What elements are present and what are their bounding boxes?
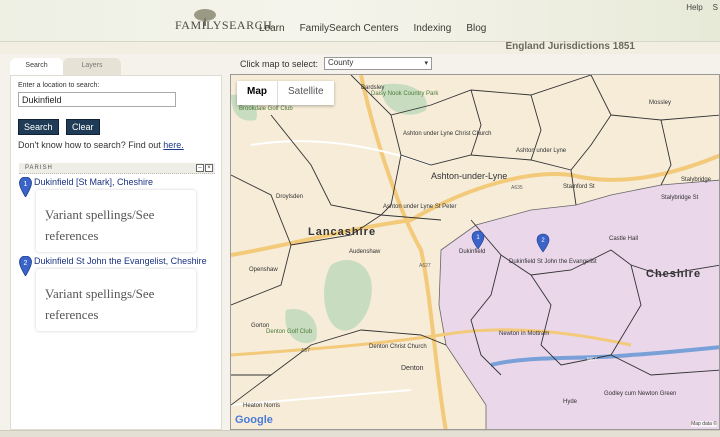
help-link[interactable]: Help [686, 3, 702, 12]
place-label: Newton in Mottram [499, 331, 549, 337]
search-button[interactable]: Search [18, 119, 59, 135]
parish-section-header: PARISH – × [19, 163, 215, 174]
road-label: A57 [301, 348, 310, 354]
place-label: Stalybridge [681, 177, 712, 183]
familysearch-logo[interactable]: FAMILYSEARCH [175, 18, 272, 33]
place-label: Brookdale Golf Club [239, 106, 293, 112]
variant-spellings-text: Variant spellings/See references [45, 286, 155, 322]
place-label: Stamford St [563, 184, 595, 190]
site-header: FAMILYSEARCH Learn FamilySearch Centers … [0, 0, 720, 42]
search-panel: Search Layers Enter a location to search… [10, 58, 222, 430]
select-label: Click map to select: [240, 59, 319, 69]
nav-familysearch-centers[interactable]: FamilySearch Centers [300, 23, 399, 34]
place-label: Castle Hall [609, 236, 638, 242]
place-label: Godley cum Newton Green [604, 391, 676, 397]
map-button[interactable]: Map [237, 81, 277, 105]
result-title[interactable]: Dukinfield St John the Evangelist, Chesh… [34, 256, 207, 266]
clear-button[interactable]: Clear [66, 119, 100, 135]
map-canvas[interactable]: Lancashire Cheshire Bardsley Daisy Nook … [230, 74, 720, 430]
place-label: Openshaw [249, 267, 278, 273]
search-panel-body: Enter a location to search: Search Clear… [10, 75, 222, 430]
place-label: Audenshaw [349, 249, 381, 255]
close-icon[interactable]: × [205, 164, 213, 172]
variant-spellings-box[interactable]: ▸ Variant spellings/See references [36, 269, 196, 331]
page-title: England Jurisdictions 1851 [505, 41, 635, 52]
bottom-bar [0, 430, 720, 437]
map-pin-icon: 2 [19, 256, 32, 276]
place-label: Hyde [563, 399, 578, 405]
chevron-down-icon: ▾ [424, 60, 428, 67]
help-text-label: Don't know how to search? Find out [18, 140, 164, 150]
tab-layers[interactable]: Layers [63, 58, 121, 75]
map-pin-icon: 1 [19, 177, 32, 197]
place-label: Mossley [649, 100, 671, 106]
svg-text:2: 2 [24, 260, 28, 267]
place-label: Denton Christ Church [369, 344, 427, 350]
map-type-control: Map Satellite [237, 81, 334, 105]
select-value: County [328, 58, 354, 67]
minimize-icon[interactable]: – [196, 164, 204, 172]
place-label: Ashton under Lyne [516, 148, 567, 154]
jurisdiction-select[interactable]: County ▾ [324, 57, 432, 70]
section-controls: – × [196, 164, 213, 172]
place-label: Dukinfield St John the Evangelist [509, 259, 597, 265]
nav-blog[interactable]: Blog [466, 23, 486, 34]
result-title[interactable]: Dukinfield [St Mark], Cheshire [34, 177, 153, 187]
place-label: Droylsden [276, 194, 303, 200]
nav-indexing[interactable]: Indexing [414, 23, 452, 34]
nav-learn[interactable]: Learn [259, 23, 285, 34]
road-label: A635 [511, 185, 523, 191]
search-input[interactable] [18, 92, 176, 107]
place-label: Stalybridge St [661, 195, 699, 201]
main-nav: Learn FamilySearch Centers Indexing Blog [259, 23, 486, 34]
top-links: Help S [686, 3, 718, 12]
google-logo[interactable]: Google [235, 414, 273, 426]
place-label: Ashton under Lyne St Peter [383, 204, 457, 210]
map-graphic[interactable]: Lancashire Cheshire Bardsley Daisy Nook … [231, 75, 720, 430]
place-label: Ashton under Lyne Christ Church [403, 131, 492, 137]
road-label: M67 [587, 357, 597, 363]
svg-text:1: 1 [24, 181, 28, 188]
help-here-link[interactable]: here. [163, 140, 184, 150]
map-data-attribution[interactable]: Map data © [691, 421, 717, 427]
search-label: Enter a location to search: [18, 82, 100, 89]
help-text: Don't know how to search? Find out here. [18, 140, 184, 150]
variant-spellings-text: Variant spellings/See references [45, 207, 155, 243]
map-toolbar: Click map to select: County ▾ [230, 56, 720, 74]
place-label: Denton [401, 365, 424, 372]
place-label: Dukinfield [459, 249, 485, 255]
signin-link[interactable]: S [713, 3, 718, 12]
place-label: Denton Golf Club [266, 329, 313, 335]
satellite-button[interactable]: Satellite [277, 81, 334, 105]
variant-spellings-box[interactable]: ▸ Variant spellings/See references [36, 190, 196, 252]
parish-section-title: PARISH [25, 165, 53, 171]
place-label: Heaton Norris [243, 403, 280, 409]
place-label: Daisy Nook Country Park [371, 91, 439, 97]
panel-tabs: Search Layers [10, 58, 121, 75]
tab-search[interactable]: Search [10, 58, 63, 75]
place-label: Ashton-under-Lyne [431, 171, 507, 181]
county-label-cheshire: Cheshire [646, 268, 701, 280]
county-label-lancashire: Lancashire [308, 226, 376, 238]
road-label: A627 [419, 263, 431, 269]
